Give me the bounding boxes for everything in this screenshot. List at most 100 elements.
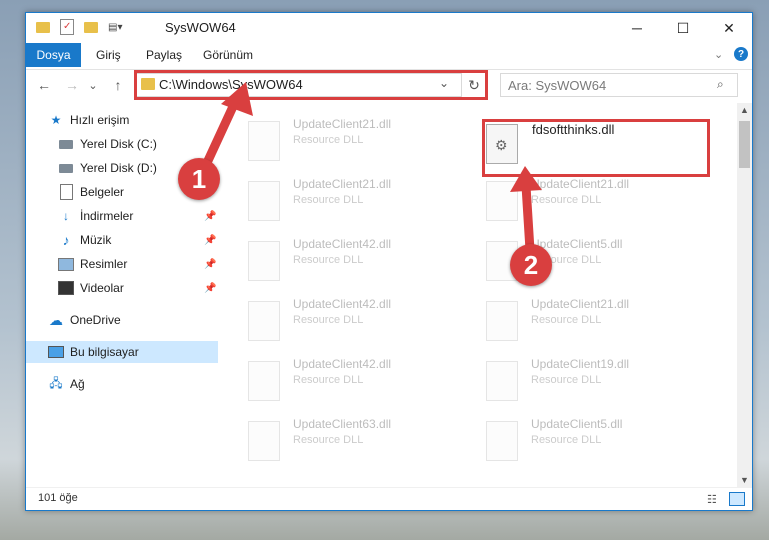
file-name: UpdateClient42.dll bbox=[293, 357, 392, 371]
scroll-down-icon[interactable]: ▼ bbox=[740, 475, 749, 485]
dll-file-icon bbox=[248, 301, 280, 341]
file-item[interactable]: UpdateClient63.dll Resource DLL bbox=[226, 415, 446, 467]
sidebar-item-label: Müzik bbox=[80, 233, 112, 247]
large-icons-view-icon[interactable] bbox=[729, 492, 745, 506]
up-button[interactable]: ↑ bbox=[108, 75, 128, 95]
close-button[interactable]: ✕ bbox=[706, 13, 752, 43]
dll-file-icon bbox=[248, 181, 280, 221]
file-item[interactable]: UpdateClient42.dll Resource DLL bbox=[226, 295, 446, 347]
forward-button[interactable]: → bbox=[62, 75, 82, 95]
file-name: UpdateClient21.dll bbox=[531, 297, 630, 311]
file-item[interactable]: UpdateClient42.dll Resource DLL bbox=[226, 235, 446, 287]
dll-file-icon bbox=[248, 241, 280, 281]
pin-icon[interactable]: 📌 bbox=[204, 259, 216, 270]
navigation-bar: ← → ⌄ ↑ C:\Windows\SysWOW64 ⌄ ↻ Ara: Sys… bbox=[26, 69, 752, 100]
explorer-window: ✓ ▤▾ SysWOW64 ─ ☐ ✕ Dosya Giriş Paylaş G… bbox=[25, 12, 753, 511]
sidebar-item-downloads[interactable]: ↓ İndirmeler bbox=[58, 205, 133, 227]
dll-file-icon bbox=[486, 421, 518, 461]
minimize-button[interactable]: ─ bbox=[614, 13, 660, 43]
search-icon: ⌕ bbox=[717, 77, 724, 91]
sidebar-item-drive-d[interactable]: Yerel Disk (D:) bbox=[58, 157, 157, 179]
document-icon bbox=[58, 184, 74, 200]
quick-access-toolbar: ✓ ▤▾ bbox=[36, 19, 122, 35]
new-folder-icon[interactable] bbox=[84, 21, 98, 33]
dll-file-icon bbox=[248, 361, 280, 401]
window-title: SysWOW64 bbox=[165, 20, 236, 35]
sidebar-item-drive-c[interactable]: Yerel Disk (C:) bbox=[58, 133, 157, 155]
recent-locations-button[interactable]: ⌄ bbox=[86, 75, 100, 95]
file-item[interactable]: UpdateClient21.dll Resource DLL bbox=[464, 175, 684, 227]
music-icon: ♪ bbox=[62, 232, 70, 248]
tab-view[interactable]: Görünüm bbox=[203, 48, 253, 62]
scroll-thumb[interactable] bbox=[739, 121, 750, 168]
sidebar-item-videos[interactable]: Videolar bbox=[58, 277, 124, 299]
sidebar-item-label: Hızlı erişim bbox=[70, 113, 130, 127]
tab-file[interactable]: Dosya bbox=[26, 43, 81, 67]
file-view: UpdateClient21.dll Resource DLL UpdateCl… bbox=[226, 103, 736, 483]
sidebar-item-label: Videolar bbox=[80, 281, 124, 295]
file-type: Resource DLL bbox=[293, 314, 364, 326]
vertical-scrollbar[interactable]: ▲ ▼ bbox=[737, 103, 752, 487]
sidebar-item-quick-access[interactable]: ★ Hızlı erişim bbox=[48, 109, 130, 131]
qat-customize-icon[interactable]: ▤▾ bbox=[108, 22, 122, 33]
file-highlight bbox=[482, 119, 710, 177]
network-icon: 🖧 bbox=[49, 375, 63, 390]
back-button[interactable]: ← bbox=[34, 75, 54, 95]
step-badge-1: 1 bbox=[178, 158, 220, 200]
file-item[interactable]: UpdateClient5.dll Resource DLL bbox=[464, 415, 684, 467]
help-icon[interactable]: ? bbox=[734, 47, 748, 61]
sidebar-item-label: Yerel Disk (D:) bbox=[80, 161, 157, 175]
file-type: Resource DLL bbox=[293, 374, 364, 386]
file-type: Resource DLL bbox=[531, 194, 602, 206]
sidebar-item-network[interactable]: 🖧 Ağ bbox=[48, 373, 85, 395]
file-name: UpdateClient21.dll bbox=[293, 177, 392, 191]
step-badge-2: 2 bbox=[510, 244, 552, 286]
status-bar: 101 öğe ☷ bbox=[26, 487, 752, 510]
file-type: Resource DLL bbox=[293, 254, 364, 266]
details-view-icon[interactable]: ☷ bbox=[707, 493, 717, 506]
file-item[interactable]: UpdateClient21.dll Resource DLL bbox=[226, 115, 446, 167]
scroll-up-icon[interactable]: ▲ bbox=[740, 105, 749, 115]
pin-icon[interactable]: 📌 bbox=[204, 235, 216, 246]
sidebar-item-label: Bu bilgisayar bbox=[70, 345, 139, 359]
computer-icon bbox=[48, 344, 64, 360]
file-item[interactable]: UpdateClient21.dll Resource DLL bbox=[464, 295, 684, 347]
download-icon: ↓ bbox=[63, 209, 69, 223]
cloud-icon: ☁ bbox=[49, 311, 63, 328]
sidebar-item-music[interactable]: ♪ Müzik bbox=[58, 229, 112, 251]
sidebar-item-onedrive[interactable]: ☁ OneDrive bbox=[48, 309, 121, 331]
file-item[interactable]: UpdateClient21.dll Resource DLL bbox=[226, 175, 446, 227]
pin-icon[interactable]: 📌 bbox=[204, 283, 216, 294]
file-name: UpdateClient21.dll bbox=[531, 177, 630, 191]
sidebar-item-label: İndirmeler bbox=[80, 209, 134, 223]
dll-file-icon bbox=[486, 361, 518, 401]
file-item[interactable]: UpdateClient42.dll Resource DLL bbox=[226, 355, 446, 407]
file-name: UpdateClient63.dll bbox=[293, 417, 392, 431]
sidebar-item-this-pc[interactable]: Bu bilgisayar bbox=[26, 341, 218, 363]
ribbon-expand-icon[interactable]: ⌄ bbox=[714, 48, 723, 61]
file-name: UpdateClient21.dll bbox=[293, 117, 392, 131]
dll-file-icon bbox=[248, 121, 280, 161]
file-type: Resource DLL bbox=[293, 434, 364, 446]
star-icon: ★ bbox=[50, 113, 62, 127]
sidebar-item-label: Ağ bbox=[70, 377, 85, 391]
maximize-button[interactable]: ☐ bbox=[660, 13, 706, 43]
file-name: UpdateClient42.dll bbox=[293, 297, 392, 311]
sidebar-item-pictures[interactable]: Resimler bbox=[58, 253, 127, 275]
file-item[interactable]: UpdateClient5.dll Resource DLL bbox=[464, 235, 684, 287]
sidebar-item-label: Resimler bbox=[80, 257, 128, 271]
tab-share[interactable]: Paylaş bbox=[146, 48, 182, 62]
search-box[interactable]: Ara: SysWOW64 ⌕ bbox=[500, 73, 738, 97]
drive-icon bbox=[58, 136, 74, 152]
properties-icon[interactable]: ✓ bbox=[60, 19, 74, 35]
pin-icon[interactable]: 📌 bbox=[204, 211, 216, 222]
dll-file-icon bbox=[248, 421, 280, 461]
sidebar-item-label: Belgeler bbox=[80, 185, 125, 199]
title-bar: ✓ ▤▾ SysWOW64 ─ ☐ ✕ bbox=[26, 13, 752, 43]
tab-home[interactable]: Giriş bbox=[96, 48, 121, 62]
file-name: UpdateClient19.dll bbox=[531, 357, 630, 371]
ribbon-tabs: Dosya Giriş Paylaş Görünüm ⌄ ? bbox=[26, 43, 752, 67]
dll-file-icon bbox=[486, 301, 518, 341]
file-item[interactable]: UpdateClient19.dll Resource DLL bbox=[464, 355, 684, 407]
folder-icon[interactable] bbox=[36, 21, 50, 33]
